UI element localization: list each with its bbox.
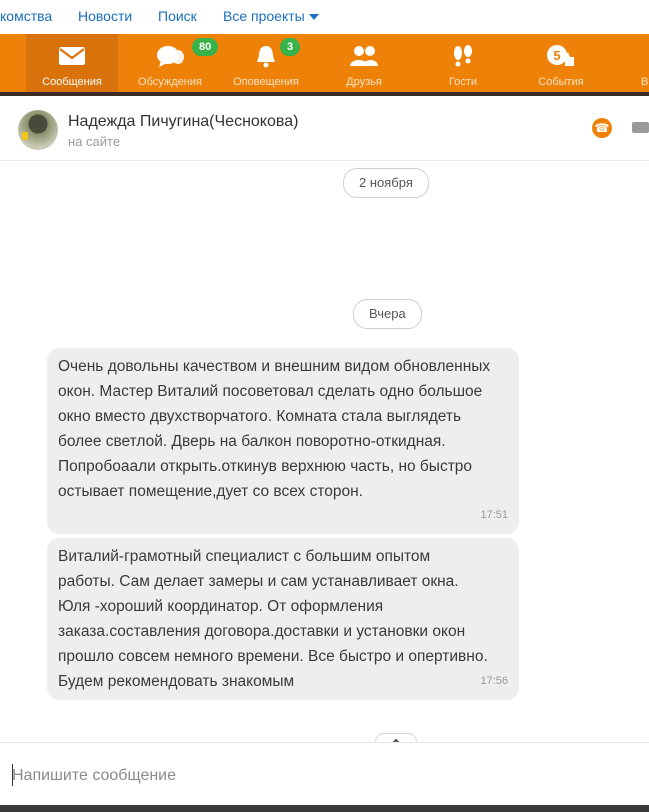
nav-messages-label: Сообщения [42,76,102,88]
bell-icon [257,46,275,68]
discussions-badge: 80 [192,38,219,56]
message-text: Очень довольны качеством и внешним видом… [58,358,491,500]
footprints-icon [454,45,472,67]
message-bubble[interactable]: Очень довольны качеством и внешним видом… [47,348,519,534]
top-link-all-projects[interactable]: Все проекты [223,8,319,24]
envelope-icon [59,47,85,65]
phone-icon[interactable]: ☎ [592,118,612,138]
avatar[interactable] [18,110,58,150]
contact-name[interactable]: Надежда Пичугина(Чеснокова) [68,113,298,131]
message-bubble[interactable]: Виталий-грамотный специалист с большим о… [47,538,519,700]
top-link-znakomstva[interactable]: комства [0,8,52,24]
message-time: 17:51 [480,509,508,521]
nav-messages[interactable]: Сообщения [26,34,118,94]
nav-notifications[interactable]: 3 Оповещения [220,34,312,94]
mobile-indicator-icon [22,132,28,140]
nav-guests[interactable]: Гости [417,34,509,94]
message-composer [0,742,649,805]
contact-status: на сайте [68,134,121,149]
nav-discussions[interactable]: 80 Обсуждения [124,34,219,94]
top-link-news[interactable]: Новости [78,8,132,24]
all-projects-label: Все проекты [223,8,305,24]
video-call-icon[interactable] [632,122,649,133]
friends-icon [350,46,378,66]
nav-notifications-label: Оповещения [233,76,299,88]
nav-friends-label: Друзья [346,76,382,88]
top-link-search[interactable]: Поиск [158,8,197,24]
date-separator: Вчера [353,299,422,329]
chat-bubbles-icon [157,46,184,67]
message-text: Виталий-грамотный специалист с большим о… [58,548,488,690]
events-icon: 5 [547,45,574,66]
message-input[interactable] [10,763,614,789]
nav-events-label: События [538,76,584,88]
nav-discussions-label: Обсуждения [138,76,202,88]
text-cursor [12,764,13,786]
nav-events[interactable]: 5 События [515,34,607,94]
nav-guests-label: Гости [448,76,478,88]
main-navbar: Сообщения 80 Обсуждения 3 Оповещения Дру… [0,34,649,96]
nav-more[interactable]: В [613,34,649,94]
chat-header: Надежда Пичугина(Чеснокова) на сайте ☎ [0,96,649,161]
nav-friends[interactable]: Друзья [318,34,410,94]
notifications-badge: 3 [280,38,301,56]
events-count: 5 [553,48,560,63]
date-separator: 2 ноября [343,168,429,198]
bottom-bar [0,805,649,812]
caret-down-icon [308,14,319,21]
nav-more-label: В [641,76,649,88]
message-time: 17:56 [480,675,508,687]
top-links-bar: комства Новости Поиск Все проекты [0,0,649,34]
